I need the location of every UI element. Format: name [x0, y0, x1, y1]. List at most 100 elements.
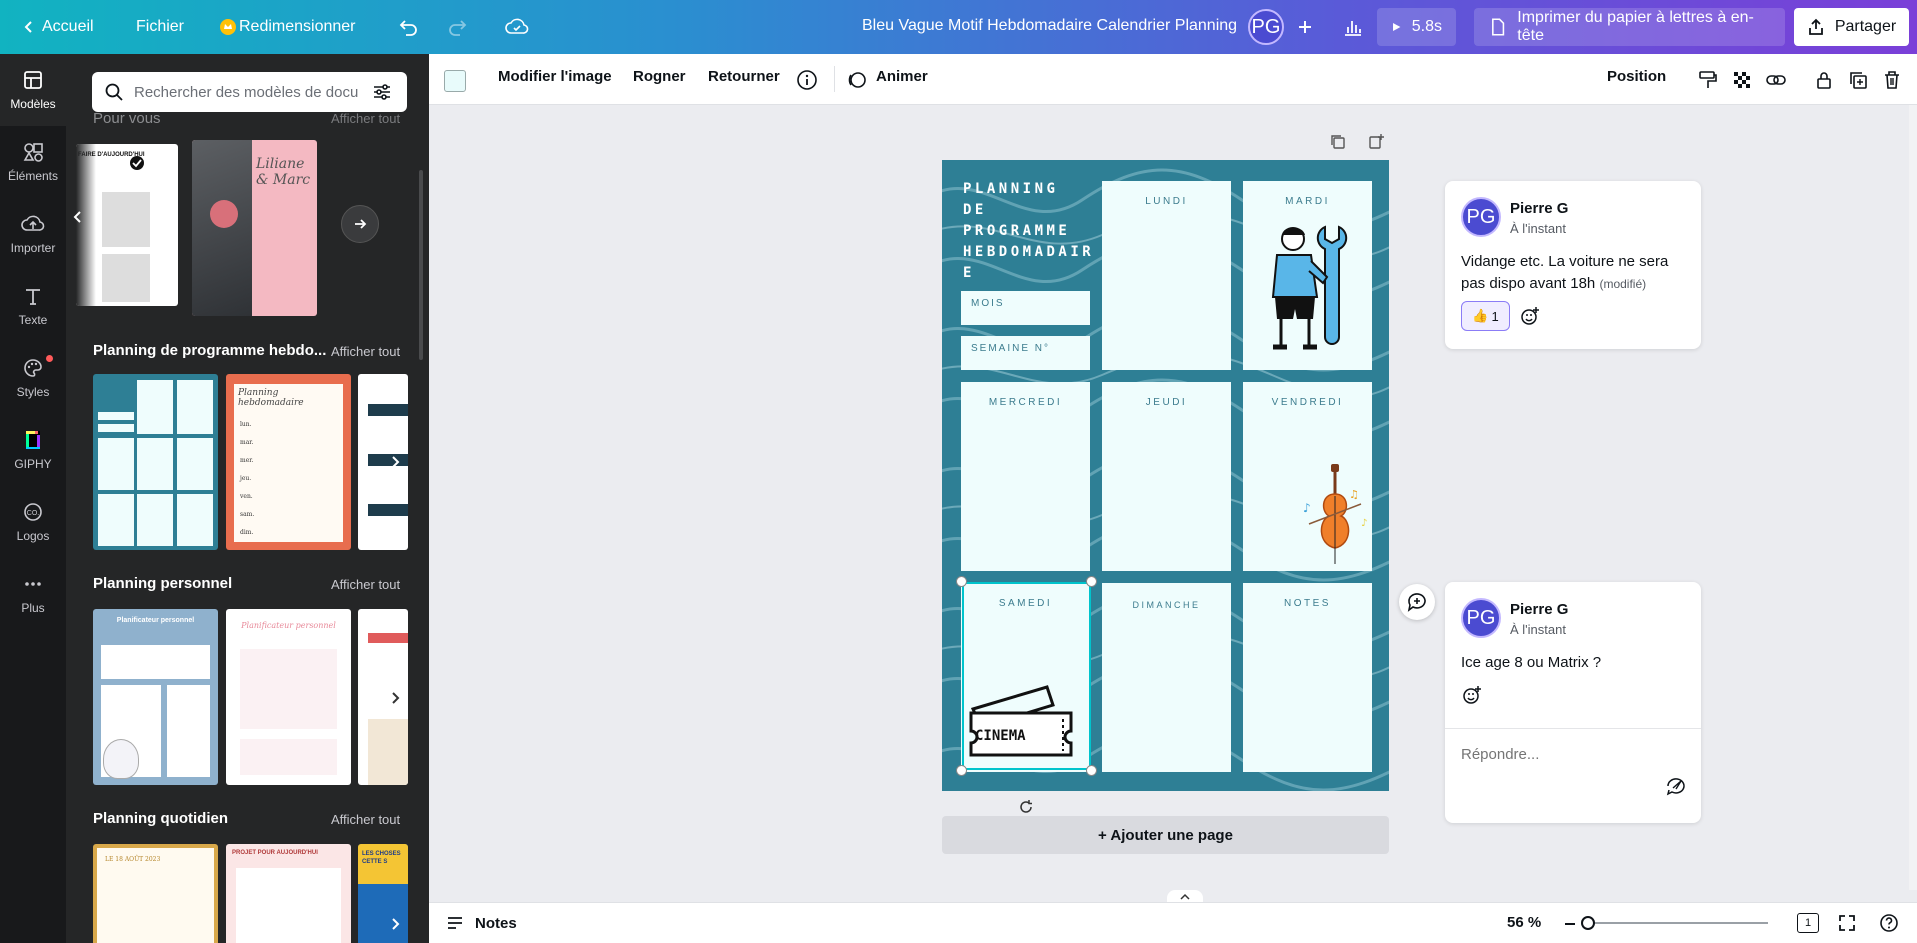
add-page-button[interactable]: + Ajouter une page — [942, 816, 1389, 854]
thumb-band — [368, 404, 408, 416]
duplicate-page-button[interactable] — [1328, 132, 1348, 152]
share-button[interactable]: Partager — [1794, 8, 1909, 46]
add-comment-button[interactable] — [1399, 584, 1435, 620]
zoom-out-icon[interactable] — [1565, 923, 1575, 925]
section-link-for-you[interactable]: Afficher tout — [331, 111, 400, 126]
help-button[interactable] — [1879, 913, 1899, 937]
comment-card[interactable]: PG Pierre G À l'instant Vidange etc. La … — [1445, 181, 1701, 349]
day-cell-wednesday[interactable]: MERCREDI — [961, 382, 1090, 571]
template-thumb-wedding[interactable]: Liliane & Marc — [192, 140, 317, 316]
day-cell-sunday[interactable]: DIMANCHE — [1102, 583, 1231, 772]
flip-button[interactable]: Retourner — [708, 68, 780, 85]
template-search[interactable] — [92, 72, 407, 112]
rail-item-giphy[interactable]: GIPHY — [0, 414, 66, 486]
home-button[interactable]: Accueil — [14, 9, 102, 45]
zoom-slider-track[interactable] — [1590, 922, 1768, 924]
copy-style-button[interactable] — [1697, 69, 1719, 91]
undo-button[interactable] — [390, 9, 428, 45]
mechanic-illustration[interactable] — [1253, 217, 1363, 357]
info-button[interactable] — [796, 69, 818, 91]
color-swatch[interactable] — [444, 70, 466, 92]
add-collaborator-button[interactable] — [1288, 9, 1322, 45]
add-reaction-button[interactable] — [1517, 303, 1543, 329]
rail-item-text[interactable]: Texte — [0, 270, 66, 342]
rail-item-styles[interactable]: Styles — [0, 342, 66, 414]
document-title[interactable]: Bleu Vague Motif Hebdomadaire Calendrier… — [862, 17, 1237, 35]
violin-illustration[interactable]: ♪ ♫ ♪ — [1299, 464, 1371, 570]
thumb-cell — [98, 424, 134, 432]
zoom-slider-knob[interactable] — [1581, 916, 1595, 930]
carousel-prev-button[interactable] — [66, 198, 90, 236]
notes-cell[interactable]: NOTES — [1243, 583, 1372, 772]
planner-title[interactable]: PLANNING DE PROGRAMME HEBDOMADAIR E — [963, 179, 1091, 284]
rotate-handle[interactable] — [1016, 797, 1036, 817]
position-button[interactable]: Position — [1607, 68, 1666, 85]
resize-handle[interactable] — [1086, 765, 1097, 776]
month-field[interactable]: MOIS — [961, 291, 1090, 325]
link-button[interactable] — [1765, 69, 1787, 91]
resize-handle[interactable] — [1086, 576, 1097, 587]
duplicate-button[interactable] — [1847, 69, 1869, 91]
template-thumb-daily-pink[interactable]: PROJET POUR AUJOURD'HUI — [226, 844, 351, 943]
template-thumb-personal-pink[interactable]: Planificateur personnel — [226, 609, 351, 785]
rail-item-logos[interactable]: CO. Logos — [0, 486, 66, 558]
insights-button[interactable] — [1334, 9, 1372, 45]
selection-box[interactable] — [962, 582, 1091, 770]
zoom-level[interactable]: 56 % — [1507, 914, 1541, 931]
day-cell-friday[interactable]: VENDREDI ♪ ♫ ♪ — [1243, 382, 1372, 571]
animate-icon-wrapper[interactable] — [846, 69, 868, 91]
rotate-icon — [1020, 800, 1032, 813]
notes-button[interactable]: Notes — [445, 914, 517, 932]
carousel-next-button[interactable] — [384, 442, 408, 482]
day-cell-monday[interactable]: LUNDI — [1102, 181, 1231, 370]
filter-icon[interactable] — [372, 82, 392, 102]
panel-scrollbar[interactable] — [419, 170, 423, 360]
canvas-scrollbar[interactable] — [1909, 105, 1917, 890]
carousel-next-button[interactable] — [384, 678, 408, 718]
svg-text:♪: ♪ — [1303, 501, 1311, 515]
comment-card[interactable]: PG Pierre G À l'instant Ice age 8 ou Mat… — [1445, 582, 1701, 823]
template-thumb-personal-blue[interactable]: Planificateur personnel — [93, 609, 218, 785]
resize-handle[interactable] — [956, 765, 967, 776]
file-menu[interactable]: Fichier — [128, 9, 192, 45]
template-thumb-weekly-blue[interactable] — [93, 374, 218, 550]
page-count-button[interactable]: 1 — [1797, 913, 1819, 933]
print-button[interactable]: Imprimer du papier à lettres à en-tête — [1474, 8, 1785, 46]
add-reaction-button[interactable] — [1459, 682, 1485, 708]
reply-input[interactable] — [1461, 746, 1651, 763]
carousel-next-button[interactable] — [341, 205, 379, 243]
template-thumb-today[interactable]: FAIRE D'AUJOURD'HUI — [76, 144, 178, 306]
collaborator-avatar[interactable]: PG — [1248, 9, 1284, 45]
present-button[interactable]: 5.8s — [1377, 8, 1456, 46]
add-page-button-top[interactable] — [1366, 132, 1386, 152]
rail-item-templates[interactable]: Modèles — [0, 54, 66, 126]
rail-item-more[interactable]: Plus — [0, 558, 66, 630]
resize-button[interactable]: Redimensionner — [211, 9, 364, 45]
animate-button[interactable]: Animer — [876, 68, 928, 85]
resize-handle[interactable] — [956, 576, 967, 587]
rail-item-upload[interactable]: Importer — [0, 198, 66, 270]
template-thumb-weekly-floral[interactable]: Planning hebdomadaire lun. mar. mer. jeu… — [226, 374, 351, 550]
week-field[interactable]: SEMAINE N° — [961, 336, 1090, 370]
carousel-next-button[interactable] — [384, 909, 408, 939]
section-link-personal[interactable]: Afficher tout — [331, 577, 400, 592]
cloud-save-status[interactable] — [497, 9, 537, 45]
template-thumb-daily-gold[interactable]: LE 18 AOÛT 2023 — [93, 844, 218, 943]
section-link-weekly[interactable]: Afficher tout — [331, 344, 400, 359]
day-cell-tuesday[interactable]: MARDI — [1243, 181, 1372, 370]
fullscreen-button[interactable] — [1837, 913, 1857, 937]
send-reply-button[interactable] — [1663, 773, 1689, 799]
delete-button[interactable] — [1881, 69, 1903, 91]
reaction-chip[interactable]: 👍 1 — [1461, 301, 1510, 331]
planner-title-line: PLANNING DE — [963, 181, 1059, 218]
section-link-daily[interactable]: Afficher tout — [331, 812, 400, 827]
edit-image-button[interactable]: Modifier l'image — [498, 68, 612, 85]
template-search-input[interactable] — [134, 83, 362, 101]
transparency-button[interactable] — [1731, 69, 1753, 91]
crop-button[interactable]: Rogner — [633, 68, 686, 85]
redo-button[interactable] — [438, 9, 476, 45]
chevron-left-icon — [73, 211, 81, 223]
rail-item-elements[interactable]: Éléments — [0, 126, 66, 198]
lock-button[interactable] — [1813, 69, 1835, 91]
day-cell-thursday[interactable]: JEUDI — [1102, 382, 1231, 571]
